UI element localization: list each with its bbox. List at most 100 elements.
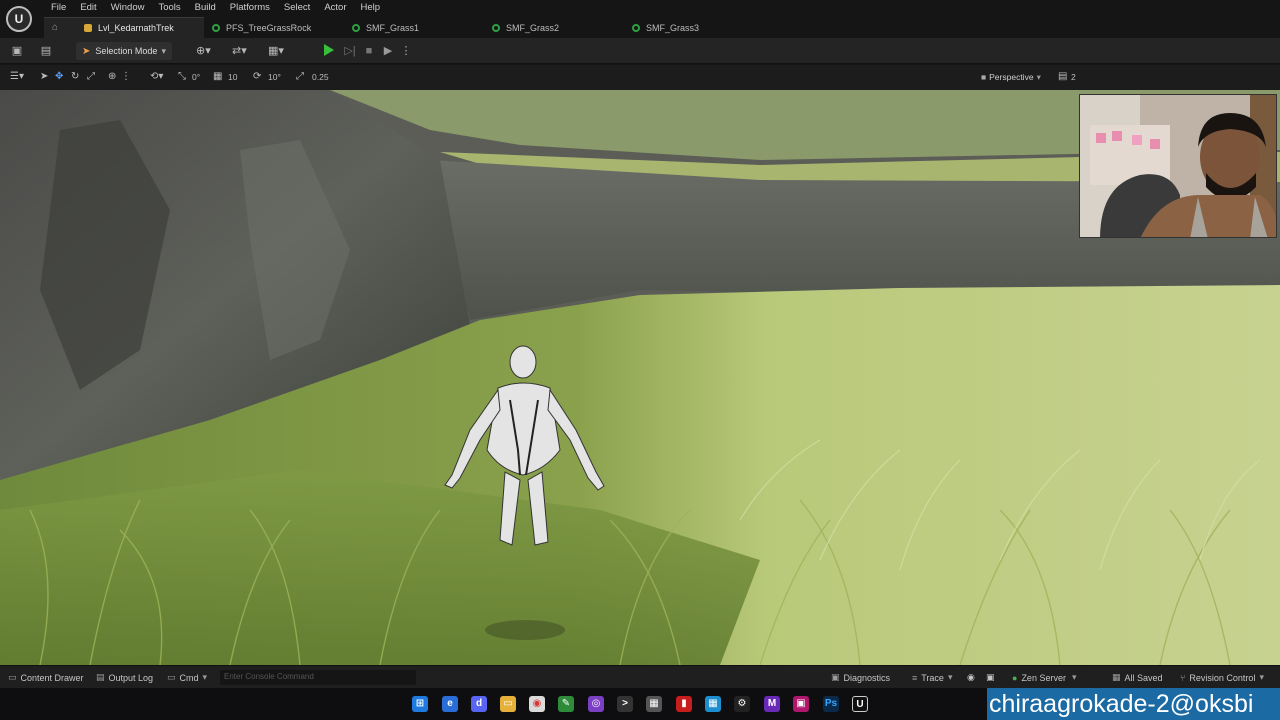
more-options-icon[interactable]: ⋮	[121, 71, 131, 82]
camera-icon: ■	[981, 72, 987, 82]
diagnostics-button[interactable]: ▣ Diagnostics	[831, 672, 890, 683]
app-blue-icon[interactable]: ▦	[705, 696, 721, 712]
tab-label: SMF_Grass1	[366, 22, 420, 33]
more-options-icon[interactable]: ⋮	[399, 44, 413, 58]
content-drawer-label: Content Drawer	[20, 672, 84, 683]
scale-snap-value[interactable]: 0.25	[312, 72, 329, 82]
discord-icon[interactable]: d	[471, 696, 487, 712]
zen-server-dropdown[interactable]: ● Zen Server ▾	[1012, 672, 1077, 683]
tab-label: Lvl_KedarnathTrek	[98, 23, 174, 33]
tab-smf-grass3[interactable]: SMF_Grass3	[624, 17, 764, 38]
selection-mode-dropdown[interactable]: ➤ Selection Mode ▾	[76, 42, 172, 60]
translate-tool-icon[interactable]: ✥	[55, 71, 63, 82]
menu-platforms[interactable]: Platforms	[223, 2, 277, 14]
watermark-text: chiraagrokade-2@oksbi	[987, 688, 1280, 720]
webcam-overlay	[1079, 94, 1277, 238]
zen-server-label: Zen Server	[1021, 672, 1066, 683]
console-input[interactable]: Enter Console Command	[220, 670, 416, 685]
menu-build[interactable]: Build	[188, 2, 223, 14]
branch-icon: ⑂	[1180, 672, 1186, 683]
rotation-snap-value[interactable]: 0°	[192, 72, 200, 82]
chevron-down-icon: ▾	[947, 672, 953, 682]
menu-edit[interactable]: Edit	[73, 2, 103, 14]
stop-icon[interactable]: ■	[362, 44, 376, 58]
calculator-icon[interactable]: ▦	[646, 696, 662, 712]
terminal-icon[interactable]: >	[617, 696, 633, 712]
cmd-label: Cmd	[179, 672, 199, 683]
unreal-logo-icon[interactable]: U	[6, 6, 32, 32]
foliage-asset-icon	[632, 23, 640, 32]
tab-label: PFS_TreeGrassRock	[226, 22, 312, 33]
tab-label: SMF_Grass3	[646, 22, 700, 33]
diagnostics-label: Diagnostics	[843, 672, 891, 683]
location-grid-icon[interactable]: ▦	[213, 71, 222, 82]
unreal-engine-icon[interactable]: U	[852, 696, 868, 712]
add-actor-icon[interactable]: ⊕▾	[196, 44, 211, 58]
webcam-feed	[1080, 95, 1276, 237]
obs-icon[interactable]: ◎	[588, 696, 604, 712]
tab-smf-grass2[interactable]: SMF_Grass2	[484, 17, 624, 38]
angle-snap-value[interactable]: 10°	[268, 72, 281, 82]
menu-file[interactable]: File	[44, 2, 73, 14]
step-icon[interactable]: ▷|	[343, 44, 357, 58]
visual-studio-icon[interactable]: M	[764, 696, 780, 712]
rotate-tool-icon[interactable]: ↻	[71, 71, 79, 82]
viewport-options-icon[interactable]: ☰▾	[10, 71, 24, 82]
cursor-icon: ➤	[82, 45, 91, 57]
tab-smf-grass1[interactable]: SMF_Grass1	[344, 17, 484, 38]
edge-icon[interactable]: e	[442, 696, 458, 712]
cmd-dropdown[interactable]: ▭ Cmd ▾	[167, 672, 207, 683]
angle-snap-icon[interactable]: ⟳	[253, 71, 261, 82]
save-icon[interactable]: ▣	[10, 44, 24, 58]
menu-help[interactable]: Help	[354, 2, 388, 14]
revision-control-label: Revision Control	[1189, 672, 1256, 683]
trace-dropdown[interactable]: ≡ Trace ▾	[912, 672, 952, 683]
blueprint-icon[interactable]: ⇄▾	[232, 44, 247, 58]
play-icon[interactable]	[324, 44, 334, 56]
content-drawer-button[interactable]: ▭ Content Drawer	[8, 672, 84, 683]
trace-icon: ≡	[912, 672, 918, 683]
grid-snap-icon[interactable]: ⤡	[178, 71, 186, 82]
content-browser-icon[interactable]: ▤	[39, 44, 53, 58]
record-icon[interactable]: ◉	[967, 672, 975, 683]
terminal-icon: ▭	[167, 672, 176, 682]
platforms-icon[interactable]: ▶	[381, 44, 395, 58]
tab-pfs-treegrassrock[interactable]: PFS_TreeGrassRock	[204, 17, 344, 38]
grid-snap-value[interactable]: 10	[228, 72, 237, 82]
photoshop-icon[interactable]: Ps	[823, 696, 839, 712]
select-tool-icon[interactable]: ➤	[40, 71, 48, 82]
surface-snap-icon[interactable]: ⟲▾	[150, 71, 163, 82]
app-red-icon[interactable]: ▮	[676, 696, 692, 712]
app-settings-icon[interactable]: ⚙	[734, 696, 750, 712]
server-icon: ●	[1012, 672, 1018, 683]
screenshot-icon[interactable]: ▣	[986, 672, 995, 683]
output-log-button[interactable]: ▤ Output Log	[96, 672, 153, 683]
windows-start-icon[interactable]: ⊞	[412, 696, 428, 712]
chrome-icon[interactable]: ◉	[529, 696, 545, 712]
app-pink-icon[interactable]: ▣	[793, 696, 809, 712]
menu-window[interactable]: Window	[104, 2, 152, 14]
scale-tool-icon[interactable]: ⤢	[87, 71, 95, 82]
title-bar: U File Edit Window Tools Build Platforms…	[0, 0, 1280, 38]
main-toolbar: ▣ ▤ ➤ Selection Mode ▾ ⊕▾ ⇄▾ ▦▾ ▷| ■ ▶ ⋮	[0, 38, 1280, 64]
viewport-extra-value: 2	[1071, 72, 1076, 82]
layout-icon[interactable]: ▤	[1058, 71, 1067, 82]
menu-select[interactable]: Select	[277, 2, 317, 14]
menu-actor[interactable]: Actor	[317, 2, 353, 14]
foliage-asset-icon	[212, 23, 220, 32]
document-tabs: ⌂ Lvl_KedarnathTrek PFS_TreeGrassRock SM…	[44, 17, 764, 38]
scale-snap-icon[interactable]: ⤢	[296, 71, 304, 82]
viewport-toolbar: ☰▾ ➤ ✥ ↻ ⤢ ⊕ ⋮ ⟲▾ ⤡ 0° ▦ 10 ⟳ 10° ⤢ 0.25…	[0, 65, 1280, 90]
folder-icon: ▭	[8, 672, 17, 682]
notepad-icon[interactable]: ✎	[558, 696, 574, 712]
chevron-down-icon: ▾	[1071, 672, 1077, 682]
tab-level[interactable]: ⌂ Lvl_KedarnathTrek	[44, 17, 204, 38]
world-space-icon[interactable]: ⊕	[108, 71, 116, 82]
file-explorer-icon[interactable]: ▭	[500, 696, 516, 712]
revision-control-button[interactable]: ⑂ Revision Control ▾	[1180, 672, 1264, 683]
view-mode-dropdown[interactable]: ■ Perspective ▾	[981, 72, 1041, 83]
menu-tools[interactable]: Tools	[151, 2, 187, 14]
cinematics-icon[interactable]: ▦▾	[268, 44, 284, 58]
all-saved-button[interactable]: ▦ All Saved	[1112, 672, 1163, 683]
level-viewport[interactable]	[0, 90, 1280, 665]
